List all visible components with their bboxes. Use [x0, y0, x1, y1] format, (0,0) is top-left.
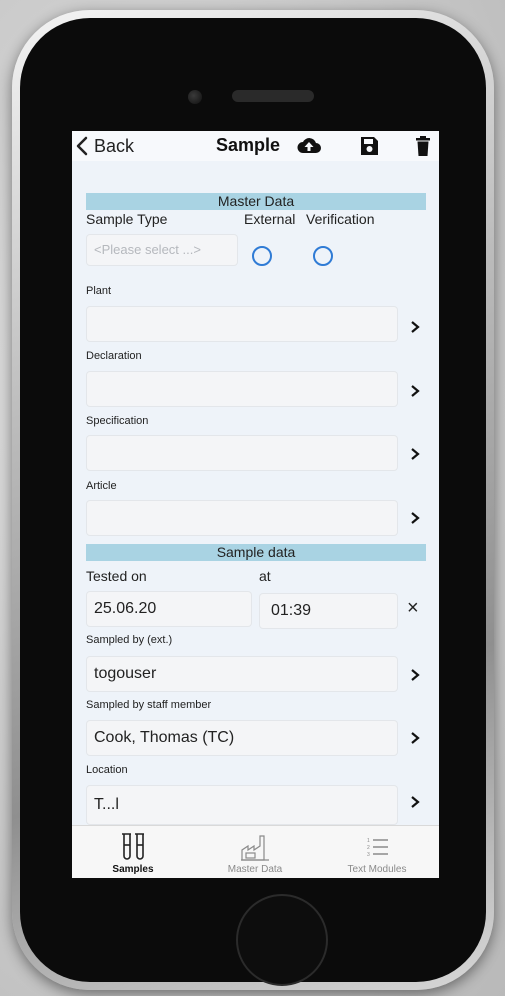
tab-master-data[interactable]: Master Data [194, 826, 316, 878]
earpiece-speaker [232, 90, 314, 102]
numbered-list-icon: 123 [367, 838, 388, 858]
verification-label: Verification [306, 211, 375, 227]
plant-field[interactable] [86, 306, 398, 342]
back-button[interactable]: Back [72, 133, 134, 159]
chevron-right-icon[interactable] [409, 447, 421, 461]
front-camera [188, 90, 202, 104]
verification-radio[interactable] [313, 246, 333, 266]
sampled-by-staff-label: Sampled by staff member [86, 699, 212, 711]
location-value: T...l [94, 796, 119, 813]
chevron-right-icon[interactable] [409, 384, 421, 398]
factory-icon [241, 835, 269, 861]
sample-type-select[interactable]: <Please select ...> [86, 234, 238, 266]
sampled-by-ext-label: Sampled by (ext.) [86, 634, 173, 646]
sampled-by-ext-field[interactable]: togouser [86, 656, 398, 692]
back-label: Back [94, 135, 135, 156]
plant-label: Plant [86, 285, 112, 297]
location-field[interactable]: T...l [86, 785, 398, 825]
declaration-label: Declaration [86, 350, 142, 362]
tab-master-data-label: Master Data [227, 864, 283, 875]
tab-text-modules-label: Text Modules [347, 864, 407, 875]
tested-on-date-field[interactable]: 25.06.20 [86, 591, 252, 627]
declaration-field[interactable] [86, 371, 398, 407]
article-field[interactable] [86, 500, 398, 536]
sample-data-header: Sample data [86, 544, 426, 561]
home-button[interactable] [236, 894, 328, 986]
test-tubes-icon [122, 833, 144, 860]
sampled-by-ext-value: togouser [94, 665, 157, 682]
tab-samples-label: Samples [112, 864, 154, 875]
external-label: External [244, 211, 296, 227]
external-radio[interactable] [252, 246, 272, 266]
svg-text:3: 3 [367, 852, 370, 858]
tested-on-time-field[interactable]: 01:39 [259, 593, 398, 629]
app-screen: Back Sample Master Data Sample Type Exte… [72, 131, 439, 878]
trash-icon[interactable] [410, 135, 436, 157]
tab-text-modules[interactable]: 123 Text Modules [316, 826, 438, 878]
chevron-right-icon[interactable] [409, 731, 421, 745]
sample-type-label: Sample Type [86, 211, 168, 227]
master-data-header: Master Data [86, 193, 426, 210]
tested-on-date-value: 25.06.20 [94, 600, 157, 617]
specification-field[interactable] [86, 435, 398, 471]
svg-text:1: 1 [367, 838, 370, 844]
tested-on-label: Tested on [86, 568, 147, 584]
chevron-left-icon [76, 136, 88, 156]
article-label: Article [86, 480, 117, 492]
sampled-by-staff-value: Cook, Thomas (TC) [94, 729, 235, 746]
clear-date-button[interactable]: × [407, 597, 419, 620]
chevron-right-icon[interactable] [409, 795, 421, 809]
svg-text:2: 2 [367, 845, 370, 851]
navigation-bar: Back Sample [72, 131, 439, 161]
at-label: at [259, 568, 271, 584]
tab-bar: Samples Master Data 123 Text Modules [72, 825, 439, 878]
tested-on-time-value: 01:39 [271, 602, 312, 619]
specification-label: Specification [86, 415, 149, 427]
page-title: Sample [216, 135, 281, 155]
chevron-right-icon[interactable] [409, 511, 421, 525]
chevron-right-icon[interactable] [409, 320, 421, 334]
sampled-by-staff-field[interactable]: Cook, Thomas (TC) [86, 720, 398, 756]
location-label: Location [86, 764, 128, 776]
save-icon[interactable] [356, 135, 382, 157]
chevron-right-icon[interactable] [409, 668, 421, 682]
cloud-upload-icon[interactable] [296, 135, 322, 157]
tab-samples[interactable]: Samples [72, 826, 194, 878]
